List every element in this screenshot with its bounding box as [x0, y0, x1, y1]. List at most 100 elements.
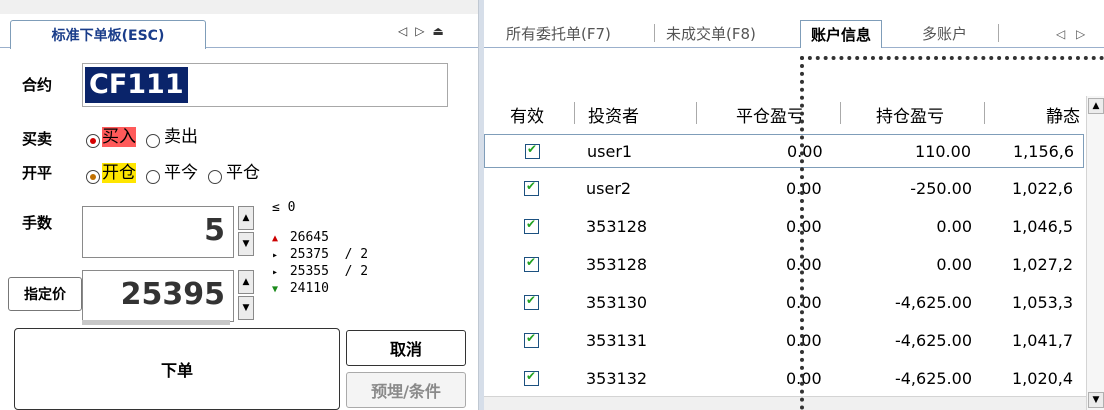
scroll-up-icon[interactable]: ▲	[1088, 98, 1104, 114]
scroll-down-icon[interactable]: ▼	[1088, 392, 1104, 408]
close-pnl-cell: 0.00	[787, 142, 823, 161]
order-panel: 标准下单板(ESC) ◁ ▷ ⏏ 合约 CF111 买卖 买入 卖出 开平 开仓…	[0, 0, 478, 410]
submit-order-button[interactable]: 下单	[14, 328, 340, 410]
price-down-icon[interactable]: ▼	[238, 296, 254, 320]
col-valid[interactable]: 有效	[510, 102, 544, 127]
limit-row: ≤ 0	[272, 200, 296, 215]
open-option-label[interactable]: 开仓	[102, 162, 136, 184]
close-pnl-cell: 0.00	[786, 293, 822, 312]
next-tab-icon[interactable]: ▷	[415, 24, 424, 42]
price-input[interactable]: 25395	[82, 270, 234, 322]
close-pnl-cell: 0.00	[786, 331, 822, 350]
tab-separator	[998, 24, 999, 42]
lower-limit-icon: ▼	[272, 284, 279, 295]
qty-label: 手数	[22, 214, 53, 232]
account-panel: 所有委托单(F7) 未成交单(F8) 账户信息 多账户 ◁ ▷ 有效 投资者 平…	[484, 0, 1104, 410]
col-separator	[984, 102, 985, 124]
table-row[interactable]: 353131 0.00 -4,625.00 1,041,7	[484, 324, 1084, 358]
valid-checkbox[interactable]	[524, 293, 539, 310]
cancel-button[interactable]: 取消	[346, 330, 466, 366]
price-stepper: ▲ ▼	[238, 270, 254, 320]
ask-icon: ▸	[272, 250, 279, 261]
contract-input[interactable]: CF111	[82, 63, 448, 107]
direction-label: 买卖	[22, 130, 53, 148]
table-row[interactable]: 353128 0.00 0.00 1,046,5	[484, 210, 1084, 244]
table-header: 有效 投资者 平仓盈亏 持仓盈亏 静态	[484, 96, 1084, 132]
sell-option-label[interactable]: 卖出	[164, 126, 198, 148]
valid-checkbox[interactable]	[524, 369, 539, 386]
lower-limit-row: ▼ 24110	[272, 281, 329, 296]
table-row[interactable]: 353132 0.00 -4,625.00 1,020,4	[484, 362, 1084, 396]
top-strip	[0, 0, 478, 14]
static-cell: 1,046,5	[1012, 217, 1074, 236]
tab-standard-order[interactable]: 标准下单板(ESC)	[10, 20, 206, 49]
upper-limit-row: ▲ 26645	[272, 230, 329, 245]
vertical-scrollbar[interactable]: ▲ ▼	[1086, 96, 1104, 410]
col-separator	[574, 102, 575, 124]
bid-icon: ▸	[272, 267, 279, 278]
right-next-icon[interactable]: ▷	[1076, 20, 1085, 48]
price-up-icon[interactable]: ▲	[238, 270, 254, 294]
close-pnl-cell: 0.00	[786, 217, 822, 236]
col-close-pnl[interactable]: 平仓盈亏	[736, 102, 804, 127]
table-row[interactable]: 353128 0.00 0.00 1,027,2	[484, 248, 1084, 282]
left-nav: ◁ ▷ ⏏	[398, 24, 474, 42]
eject-icon[interactable]: ⏏	[432, 24, 443, 42]
position-pnl-cell: -4,625.00	[894, 369, 972, 388]
prev-tab-icon[interactable]: ◁	[398, 24, 407, 42]
valid-checkbox[interactable]	[524, 217, 539, 234]
investor-cell: 353130	[586, 293, 648, 312]
tab-account-info[interactable]: 账户信息	[800, 20, 883, 48]
col-separator	[840, 102, 841, 124]
position-pnl-cell: -250.00	[910, 179, 972, 198]
buy-option-label[interactable]: 买入	[102, 126, 136, 148]
horizontal-scrollbar[interactable]	[484, 396, 1086, 410]
close-pnl-cell: 0.00	[786, 369, 822, 388]
investor-cell: 353128	[586, 255, 648, 274]
tab-all-orders[interactable]: 所有委托单(F7)	[506, 20, 611, 48]
col-position-pnl[interactable]: 持仓盈亏	[876, 102, 944, 127]
valid-checkbox[interactable]	[524, 255, 539, 272]
position-pnl-cell: -4,625.00	[894, 331, 972, 350]
table-row[interactable]: user1 0.00 110.00 1,156,6	[484, 134, 1084, 168]
tab-multi-account[interactable]: 多账户	[922, 20, 967, 48]
radio-open[interactable]	[86, 170, 100, 184]
price-underline	[82, 320, 230, 325]
investor-cell: 353131	[586, 331, 648, 350]
price-type-button[interactable]: 指定价	[8, 277, 82, 311]
radio-close[interactable]	[208, 170, 222, 184]
investor-cell: 353132	[586, 369, 648, 388]
col-investor[interactable]: 投资者	[588, 102, 639, 127]
offset-label: 开平	[22, 164, 53, 182]
quote-panel: ≤ 0 ▲ 26645 ▸ 25375 / 2 ▸ 25355 / 2 ▼ 24…	[272, 200, 368, 298]
valid-checkbox[interactable]	[525, 142, 540, 159]
investor-cell: 353128	[586, 217, 648, 236]
qty-down-icon[interactable]: ▼	[238, 232, 254, 256]
condition-order-button[interactable]: 预埋/条件	[346, 372, 466, 408]
radio-buy[interactable]	[86, 134, 100, 148]
ask-row: ▸ 25375 / 2	[272, 247, 369, 262]
close-pnl-cell: 0.00	[786, 179, 822, 198]
right-prev-icon[interactable]: ◁	[1056, 20, 1065, 48]
tab-unfilled-orders[interactable]: 未成交单(F8)	[666, 20, 756, 48]
position-pnl-cell: 110.00	[915, 142, 971, 161]
static-cell: 1,022,6	[1012, 179, 1074, 198]
table-row[interactable]: 353130 0.00 -4,625.00 1,053,3	[484, 286, 1084, 320]
contract-label: 合约	[22, 76, 53, 94]
col-static[interactable]: 静态	[1046, 102, 1080, 127]
close-today-option-label[interactable]: 平今	[164, 162, 198, 184]
investor-cell: user2	[586, 179, 632, 198]
position-pnl-cell: -4,625.00	[894, 293, 972, 312]
qty-up-icon[interactable]: ▲	[238, 206, 254, 230]
close-option-label[interactable]: 平仓	[226, 162, 260, 184]
position-pnl-cell: 0.00	[936, 217, 972, 236]
qty-input[interactable]: 5	[82, 206, 234, 258]
valid-checkbox[interactable]	[524, 179, 539, 196]
tab-separator	[654, 24, 655, 42]
radio-sell[interactable]	[146, 134, 160, 148]
valid-checkbox[interactable]	[524, 331, 539, 348]
bid-row: ▸ 25355 / 2	[272, 264, 369, 279]
qty-stepper: ▲ ▼	[238, 206, 254, 256]
table-row[interactable]: user2 0.00 -250.00 1,022,6	[484, 172, 1084, 206]
radio-close-today[interactable]	[146, 170, 160, 184]
